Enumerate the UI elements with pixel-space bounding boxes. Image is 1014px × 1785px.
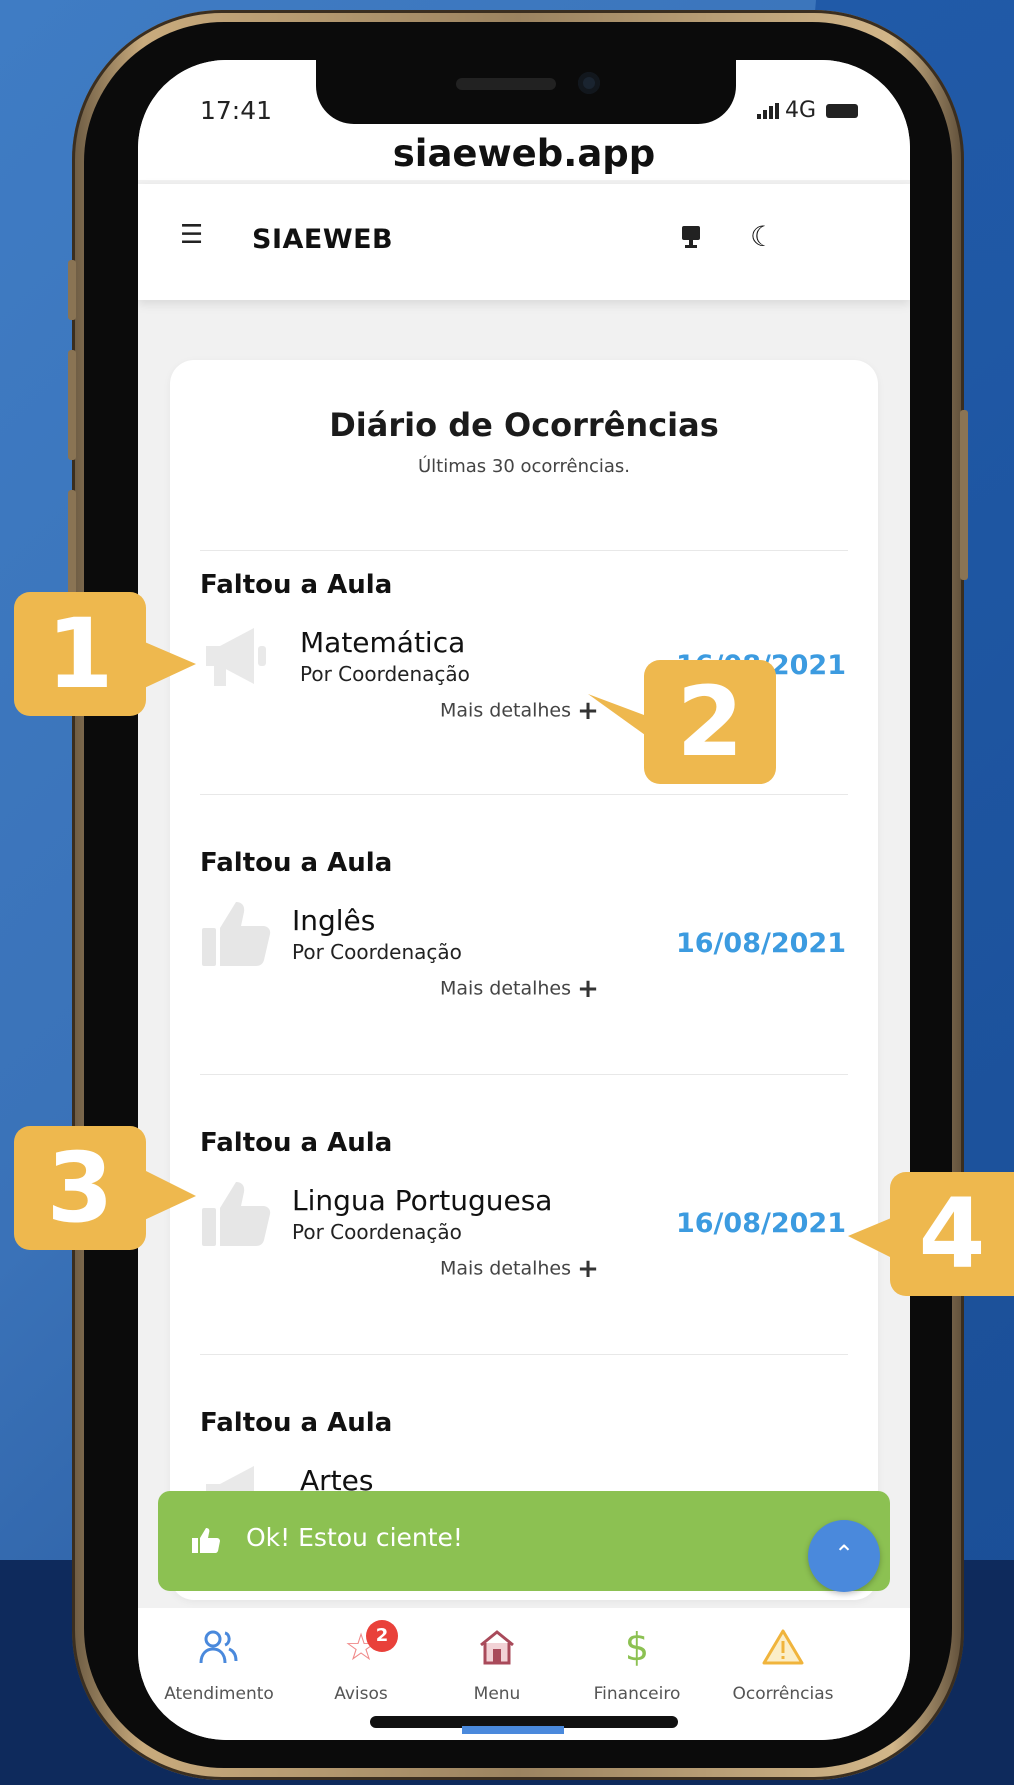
home-icon xyxy=(432,1618,562,1676)
warning-icon xyxy=(718,1618,848,1676)
more-details-link[interactable]: Mais detalhes + xyxy=(440,1254,599,1284)
annotation-marker: 1 xyxy=(14,592,146,716)
more-details-label: Mais detalhes xyxy=(440,1257,572,1280)
occurrence-author: Por Coordenação xyxy=(292,1220,462,1244)
occurrence-author: Por Coordenação xyxy=(292,940,462,964)
thumbs-up-icon xyxy=(192,1528,220,1553)
divider xyxy=(200,794,848,795)
nav-avisos[interactable]: ☆ 2 Avisos xyxy=(296,1618,426,1704)
phone-side-button xyxy=(68,350,76,460)
occurrence-type: Faltou a Aula xyxy=(200,1128,393,1158)
occurrence-date: 16/08/2021 xyxy=(675,1208,846,1239)
users-icon xyxy=(154,1618,284,1676)
monitor-icon[interactable] xyxy=(680,224,702,250)
acknowledge-button[interactable]: Ok! Estou ciente! xyxy=(158,1491,890,1591)
browser-url[interactable]: siaeweb.app xyxy=(138,132,910,175)
plus-icon: + xyxy=(577,696,599,726)
megaphone-icon xyxy=(206,628,266,686)
occurrence-item: Faltou a Aula Inglês Por Coordenação 16/… xyxy=(170,848,878,1078)
nav-label: Atendimento xyxy=(164,1684,274,1704)
speaker-grille xyxy=(456,78,556,90)
more-details-link[interactable]: Mais detalhes + xyxy=(440,696,599,726)
divider xyxy=(200,550,848,551)
status-time: 17:41 xyxy=(200,96,273,125)
occurrence-subject: Inglês xyxy=(292,904,376,937)
occurrence-subject: Lingua Portuguesa xyxy=(292,1184,553,1217)
annotation-marker: 2 xyxy=(644,660,776,784)
network-label: 4G xyxy=(784,98,816,123)
occurrence-item: Faltou a Aula Lingua Portuguesa Por Coor… xyxy=(170,1128,878,1358)
more-details-label: Mais detalhes xyxy=(440,699,572,722)
hamburger-menu-icon[interactable]: ☰ xyxy=(180,220,203,250)
nav-label: Menu xyxy=(473,1684,521,1704)
phone-notch xyxy=(316,60,736,124)
dollar-icon: $ xyxy=(624,1625,650,1669)
acknowledge-label: Ok! Estou ciente! xyxy=(246,1523,463,1552)
divider xyxy=(200,1354,848,1355)
plus-icon: + xyxy=(577,974,599,1004)
nav-label: Financeiro xyxy=(593,1684,681,1704)
star-icon: ☆ xyxy=(343,1625,379,1669)
plus-icon: + xyxy=(577,1254,599,1284)
occurrence-subject: Matemática xyxy=(300,626,466,659)
phone-side-button xyxy=(960,410,968,580)
nav-active-indicator xyxy=(462,1726,564,1734)
app-bar: ☰ SIAEWEB ☾ xyxy=(138,184,910,300)
nav-label: Ocorrências xyxy=(732,1684,834,1704)
more-details-label: Mais detalhes xyxy=(440,977,572,1000)
camera-icon xyxy=(578,72,600,94)
divider xyxy=(200,1074,848,1075)
notification-badge: 2 xyxy=(366,1620,398,1652)
more-details-link[interactable]: Mais detalhes + xyxy=(440,974,599,1004)
annotation-marker: 3 xyxy=(14,1126,146,1250)
signal-icon xyxy=(756,102,779,119)
nav-atendimento[interactable]: Atendimento xyxy=(154,1618,284,1704)
status-signal: 4G xyxy=(756,98,858,123)
battery-icon xyxy=(826,103,858,118)
annotation-marker: 4 xyxy=(890,1172,1014,1296)
page-subtitle: Últimas 30 ocorrências. xyxy=(417,456,631,477)
page-title: Diário de Ocorrências xyxy=(329,406,719,444)
occurrence-type: Faltou a Aula xyxy=(200,848,393,878)
nav-ocorrencias[interactable]: Ocorrências xyxy=(718,1618,848,1704)
scroll-top-button[interactable]: ⌃ xyxy=(808,1520,880,1592)
thumbs-up-icon xyxy=(202,902,271,966)
phone-side-button xyxy=(68,260,76,320)
phone-side-button xyxy=(68,490,76,600)
app-brand[interactable]: SIAEWEB xyxy=(252,224,393,255)
nav-menu[interactable]: Menu xyxy=(432,1618,562,1704)
occurrences-card: Diário de Ocorrências Últimas 30 ocorrên… xyxy=(170,360,878,1600)
moon-icon[interactable]: ☾ xyxy=(750,220,775,253)
occurrence-author: Por Coordenação xyxy=(300,662,470,686)
thumbs-up-icon xyxy=(202,1182,271,1246)
phone-screen: 17:41 4G siaeweb.app ☰ SIAEWEB ☾ Diário … xyxy=(138,60,910,1740)
nav-label: Avisos xyxy=(334,1684,388,1704)
occurrence-type: Faltou a Aula xyxy=(200,570,393,600)
occurrence-date: 16/08/2021 xyxy=(675,928,846,959)
occurrence-type: Faltou a Aula xyxy=(200,1408,393,1438)
chevron-up-icon: ⌃ xyxy=(833,1540,855,1568)
nav-financeiro[interactable]: $ Financeiro xyxy=(572,1618,702,1704)
